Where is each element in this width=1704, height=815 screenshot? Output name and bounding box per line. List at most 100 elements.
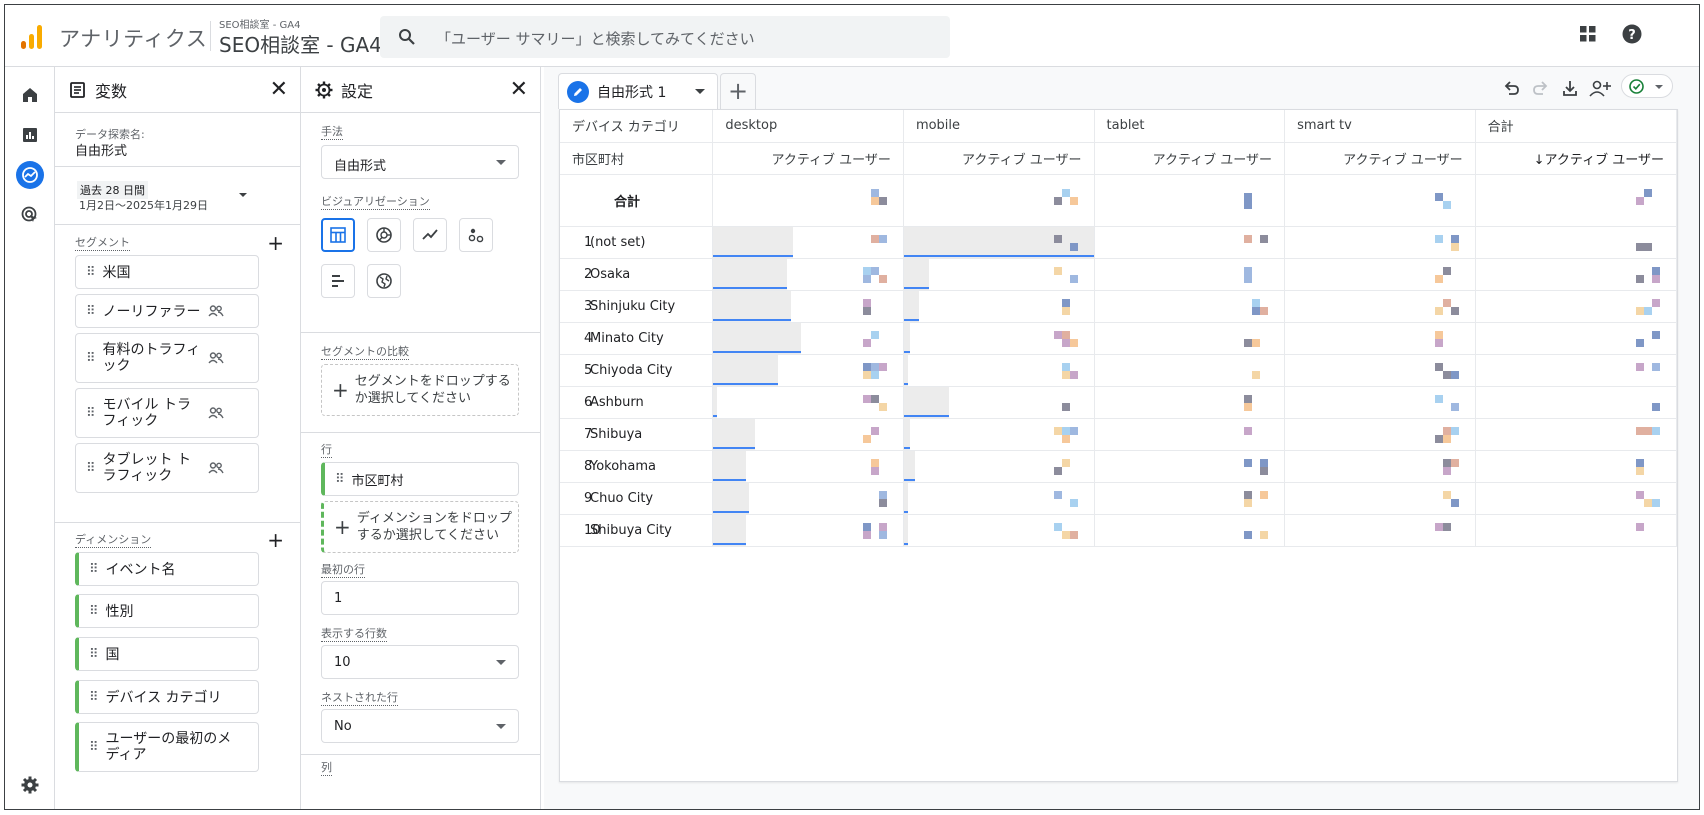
drag-handle-icon[interactable]: ⠿ <box>89 740 98 755</box>
share-icon[interactable] <box>1589 79 1611 97</box>
add-dimension-icon[interactable]: + <box>267 528 284 552</box>
column-header-tablet[interactable]: tablet <box>1094 110 1286 142</box>
date-dropdown-icon[interactable] <box>239 193 247 197</box>
show-rows-select[interactable]: 10 <box>321 645 519 679</box>
column-header-smart-tv[interactable]: smart tv <box>1284 110 1476 142</box>
drag-handle-icon[interactable]: ⠿ <box>89 604 98 619</box>
metric-header[interactable]: アクティブ ユーザー <box>1284 142 1476 174</box>
column-header-desktop[interactable]: desktop <box>712 110 904 142</box>
redo-icon[interactable] <box>1532 79 1550 97</box>
nav-advertising[interactable] <box>16 201 44 229</box>
nav-reports[interactable] <box>16 121 44 149</box>
segment-chip[interactable]: ⠿ 有料のトラフィック <box>75 333 259 383</box>
apps-icon[interactable] <box>1579 25 1597 43</box>
edit-pencil-icon[interactable] <box>567 80 589 103</box>
undo-icon[interactable] <box>1502 79 1520 97</box>
status-dropdown[interactable] <box>1621 74 1673 98</box>
drag-handle-icon[interactable]: ⠿ <box>86 461 95 476</box>
table-row[interactable]: 9Chuo City <box>560 482 1678 514</box>
redacted-value <box>1244 192 1274 209</box>
drag-handle-icon[interactable]: ⠿ <box>89 647 98 662</box>
metric-cell <box>1475 514 1678 546</box>
dimension-chip[interactable]: ⠿ デバイス カテゴリ <box>75 680 259 714</box>
table-row[interactable]: 1(not set) <box>560 226 1678 258</box>
dimension-chip[interactable]: ⠿ ユーザーの最初のメディア <box>75 722 259 772</box>
row-number: 1 <box>584 234 593 250</box>
nested-rows-select[interactable]: No <box>321 709 519 743</box>
drag-handle-icon[interactable]: ⠿ <box>86 406 95 421</box>
viz-geo-button[interactable] <box>367 264 401 298</box>
table-row[interactable]: 2Osaka <box>560 258 1678 290</box>
heat-bar-line <box>713 254 793 257</box>
segment-drop-zone[interactable]: + セグメントをドロップするか選択してください <box>321 364 519 416</box>
drag-handle-icon[interactable]: ⠿ <box>86 351 95 366</box>
help-icon[interactable]: ? <box>1622 24 1642 44</box>
analytics-logo-icon[interactable] <box>19 23 45 49</box>
first-row-input[interactable]: 1 <box>321 581 519 615</box>
add-tab-button[interactable]: + <box>720 73 756 109</box>
table-row[interactable]: 8Yokohama <box>560 450 1678 482</box>
column-dimension-header[interactable]: デバイス カテゴリ <box>560 110 714 142</box>
property-selector[interactable]: SEO相談室 - GA4 <box>219 29 382 58</box>
nav-home[interactable] <box>16 81 44 109</box>
viz-donut-button[interactable] <box>367 218 401 252</box>
segment-chip[interactable]: ⠿ タブレット トラフィック <box>75 443 259 493</box>
redacted-value <box>1244 266 1274 283</box>
home-icon <box>23 88 37 102</box>
drag-handle-icon[interactable]: ⠿ <box>86 265 95 280</box>
metric-cell <box>1284 450 1476 482</box>
table-row[interactable]: 6Ashburn <box>560 386 1678 418</box>
redacted-value <box>862 330 893 347</box>
search-input[interactable]: 「ユーザー サマリー」と検索してみてください <box>380 16 950 58</box>
dimension-chip[interactable]: ⠿ イベント名 <box>75 552 259 586</box>
heat-bar <box>713 386 718 418</box>
tab-menu-chevron-icon[interactable] <box>695 89 705 94</box>
table-row[interactable]: 4Minato City <box>560 322 1678 354</box>
close-settings-icon[interactable]: ✕ <box>510 77 528 102</box>
metric-cell <box>712 290 904 322</box>
heat-bar <box>903 354 908 386</box>
close-variables-icon[interactable]: ✕ <box>270 77 288 102</box>
tab-freeform-1[interactable]: 自由形式 1 <box>558 73 718 109</box>
city-name: Shibuya City <box>590 522 672 538</box>
rows-section: 行 ⠿ 市区町村 + ディメンションをドロップするか選択してください 最初の行 1… <box>301 433 540 809</box>
table-row[interactable]: 10Shibuya City <box>560 514 1678 546</box>
add-segment-icon[interactable]: + <box>267 231 284 255</box>
table-row[interactable]: 7Shibuya <box>560 418 1678 450</box>
nav-settings[interactable] <box>16 771 44 799</box>
table-row[interactable]: 3Shinjuku City <box>560 290 1678 322</box>
metric-header[interactable]: アクティブ ユーザー <box>712 142 904 174</box>
segment-chip[interactable]: ⠿ モバイル トラフィック <box>75 388 259 438</box>
segment-chip[interactable]: ⠿ ノーリファラー <box>75 294 259 328</box>
column-header-total[interactable]: 合計 <box>1475 110 1678 142</box>
date-range-section[interactable]: 過去 28 日間 1月2日～2025年1月29日 <box>55 167 300 225</box>
metric-header[interactable]: アクティブ ユーザー <box>903 142 1095 174</box>
drag-handle-icon[interactable]: ⠿ <box>86 304 95 319</box>
viz-line-button[interactable] <box>413 218 447 252</box>
exploration-name-field[interactable]: 自由形式 <box>75 140 127 159</box>
dimension-chip[interactable]: ⠿ 国 <box>75 637 259 671</box>
dimension-chip[interactable]: ⠿ 性別 <box>75 594 259 628</box>
viz-scatter-button[interactable] <box>459 218 493 252</box>
heat-bar <box>713 450 746 482</box>
row-dimension-header[interactable]: 市区町村 <box>560 142 714 174</box>
metric-header[interactable]: アクティブ ユーザー <box>1094 142 1286 174</box>
drag-handle-icon[interactable]: ⠿ <box>89 690 98 705</box>
row-drop-zone[interactable]: + ディメンションをドロップするか選択してください <box>321 501 519 553</box>
drag-handle-icon[interactable]: ⠿ <box>89 562 98 577</box>
download-icon[interactable] <box>1561 79 1579 97</box>
technique-select[interactable]: 自由形式 <box>321 145 519 179</box>
segment-chip[interactable]: ⠿ 米国 <box>75 255 259 289</box>
metric-header-sorted[interactable]: ↓アクティブ ユーザー <box>1475 142 1678 174</box>
viz-bar-button[interactable] <box>321 264 355 298</box>
viz-table-button[interactable] <box>321 218 355 252</box>
table-row[interactable]: 5Chiyoda City <box>560 354 1678 386</box>
drag-handle-icon[interactable]: ⠿ <box>335 472 344 487</box>
metric-cell <box>1475 226 1678 258</box>
row-dimension-chip[interactable]: ⠿ 市区町村 <box>321 462 519 496</box>
nav-explore[interactable] <box>16 161 44 189</box>
metric-cell <box>1284 386 1476 418</box>
city-name: Ashburn <box>590 394 644 410</box>
column-header-mobile[interactable]: mobile <box>903 110 1095 142</box>
explore-icon <box>22 167 38 183</box>
